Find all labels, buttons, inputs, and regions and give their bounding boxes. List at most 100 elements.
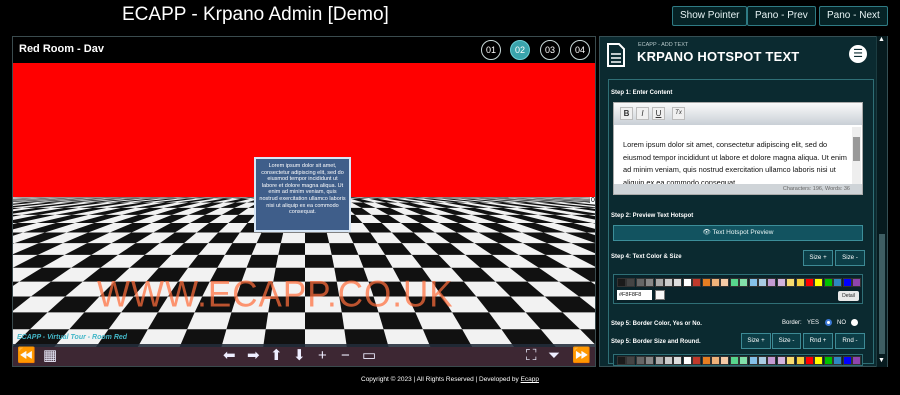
color-swatch[interactable] [682, 278, 692, 287]
color-swatch[interactable] [626, 278, 636, 287]
pan-up-icon[interactable]: ⬆ [270, 348, 283, 364]
color-swatch[interactable] [692, 278, 702, 287]
color-swatch[interactable] [682, 356, 692, 365]
underline-button[interactable]: U [652, 107, 665, 120]
color-swatch[interactable] [626, 356, 636, 365]
color-swatch[interactable] [664, 278, 673, 287]
color-swatch[interactable] [748, 356, 758, 365]
color-swatch[interactable] [758, 356, 767, 365]
color-swatch[interactable] [823, 278, 833, 287]
size-plus-button[interactable]: Size + [803, 250, 833, 266]
color-swatch[interactable] [729, 278, 739, 287]
clear-format-button[interactable]: Tx [672, 107, 685, 120]
color-swatch[interactable] [645, 356, 655, 365]
color-swatch[interactable] [833, 278, 843, 287]
panel-scrollbar[interactable]: ▲ ▼ [876, 36, 887, 367]
size-minus-button[interactable]: Size - [835, 250, 865, 266]
pano-next-button[interactable]: Pano - Next [819, 6, 888, 26]
color-swatch[interactable] [720, 278, 730, 287]
color-swatch[interactable] [823, 356, 833, 365]
color-swatch[interactable] [814, 278, 824, 287]
vr-headset-icon[interactable]: ▭ [362, 348, 376, 364]
previous-scene-icon[interactable]: ⏪ [17, 348, 36, 364]
scene-button-02[interactable]: 02 [510, 40, 530, 60]
scroll-thumb[interactable] [879, 234, 885, 354]
developer-link[interactable]: Ecapp [521, 376, 539, 383]
color-swatch[interactable] [739, 278, 749, 287]
detail-button[interactable]: Detail [838, 291, 859, 301]
color-swatch[interactable] [767, 278, 777, 287]
color-swatch[interactable] [758, 278, 767, 287]
italic-button[interactable]: I [636, 107, 649, 120]
pan-right-icon[interactable]: ➡ [247, 348, 260, 364]
color-swatch[interactable] [664, 356, 673, 365]
color-swatch[interactable] [776, 278, 786, 287]
color-swatch[interactable] [786, 356, 796, 365]
color-swatch[interactable] [617, 356, 626, 365]
color-swatch[interactable] [645, 278, 655, 287]
color-swatch[interactable] [842, 278, 852, 287]
panorama-viewer[interactable]: Red Room - Dav 01 02 03 04 Lorem ipsum d… [12, 36, 596, 367]
scene-button-01[interactable]: 01 [481, 40, 501, 60]
color-swatch[interactable] [673, 356, 683, 365]
color-swatch[interactable] [852, 356, 861, 365]
color-swatch[interactable] [673, 278, 683, 287]
color-swatch[interactable] [701, 356, 711, 365]
editor-content[interactable]: Lorem ipsum dolor sit amet, consectetur … [623, 139, 851, 186]
zoom-in-icon[interactable]: + [318, 348, 327, 364]
color-swatch[interactable] [805, 356, 814, 365]
border-size-minus-button[interactable]: Size - [772, 333, 801, 349]
color-swatch[interactable] [635, 278, 645, 287]
scene-button-03[interactable]: 03 [540, 40, 560, 60]
color-swatch[interactable] [701, 278, 711, 287]
pano-prev-button[interactable]: Pano - Prev [747, 6, 816, 26]
round-plus-button[interactable]: Rnd + [803, 333, 833, 349]
color-swatch[interactable] [711, 278, 720, 287]
color-swatch[interactable] [814, 356, 824, 365]
round-minus-button[interactable]: Rnd - [835, 333, 865, 349]
thumbnails-icon[interactable]: ▦ [43, 348, 57, 364]
color-swatch[interactable] [795, 356, 805, 365]
color-swatch[interactable] [720, 356, 730, 365]
border-color-palette [613, 354, 863, 366]
color-swatch[interactable] [711, 356, 720, 365]
hide-controls-icon[interactable]: ⏷ [548, 348, 560, 364]
color-swatch[interactable] [729, 356, 739, 365]
border-no-radio[interactable] [851, 319, 858, 326]
next-scene-icon[interactable]: ⏩ [572, 348, 591, 364]
color-swatch[interactable] [748, 278, 758, 287]
fullscreen-icon[interactable]: ⛶ [526, 348, 537, 364]
border-yes-radio[interactable] [825, 319, 832, 326]
color-swatch[interactable] [833, 356, 843, 365]
color-swatch[interactable] [767, 356, 777, 365]
rich-text-editor[interactable]: B I U Tx Lorem ipsum dolor sit amet, con… [613, 102, 863, 195]
color-swatch[interactable] [635, 356, 645, 365]
step5b-label: Step 5: Border Size and Round. [611, 339, 701, 345]
color-swatch[interactable] [852, 278, 861, 287]
color-swatch[interactable] [842, 356, 852, 365]
editor-scrollbar[interactable] [852, 127, 861, 185]
color-swatch[interactable] [654, 278, 664, 287]
border-size-plus-button[interactable]: Size + [741, 333, 771, 349]
zoom-out-icon[interactable]: − [341, 348, 350, 364]
scene-button-04[interactable]: 04 [570, 40, 590, 60]
color-swatch[interactable] [795, 278, 805, 287]
room-title: Red Room - Dav [19, 43, 104, 55]
color-swatch[interactable] [739, 356, 749, 365]
scroll-up-icon[interactable]: ▲ [878, 36, 885, 43]
text-hotspot[interactable]: Lorem ipsum dolor sit amet, consectetur … [254, 157, 351, 232]
preview-button[interactable]: 👁 Text Hotspot Preview [613, 225, 863, 241]
color-swatch[interactable] [776, 356, 786, 365]
color-swatch[interactable] [805, 278, 814, 287]
hex-color-field[interactable]: #F8F8F8 [617, 290, 652, 300]
menu-list-icon[interactable]: ☰ [849, 45, 867, 63]
pan-left-icon[interactable]: ⬅ [223, 348, 236, 364]
pan-down-icon[interactable]: ⬇ [293, 348, 306, 364]
scroll-down-icon[interactable]: ▼ [878, 357, 885, 364]
color-swatch[interactable] [786, 278, 796, 287]
color-swatch[interactable] [692, 356, 702, 365]
show-pointer-button[interactable]: Show Pointer [672, 6, 748, 26]
bold-button[interactable]: B [620, 107, 633, 120]
color-swatch[interactable] [654, 356, 664, 365]
color-swatch[interactable] [617, 278, 626, 287]
